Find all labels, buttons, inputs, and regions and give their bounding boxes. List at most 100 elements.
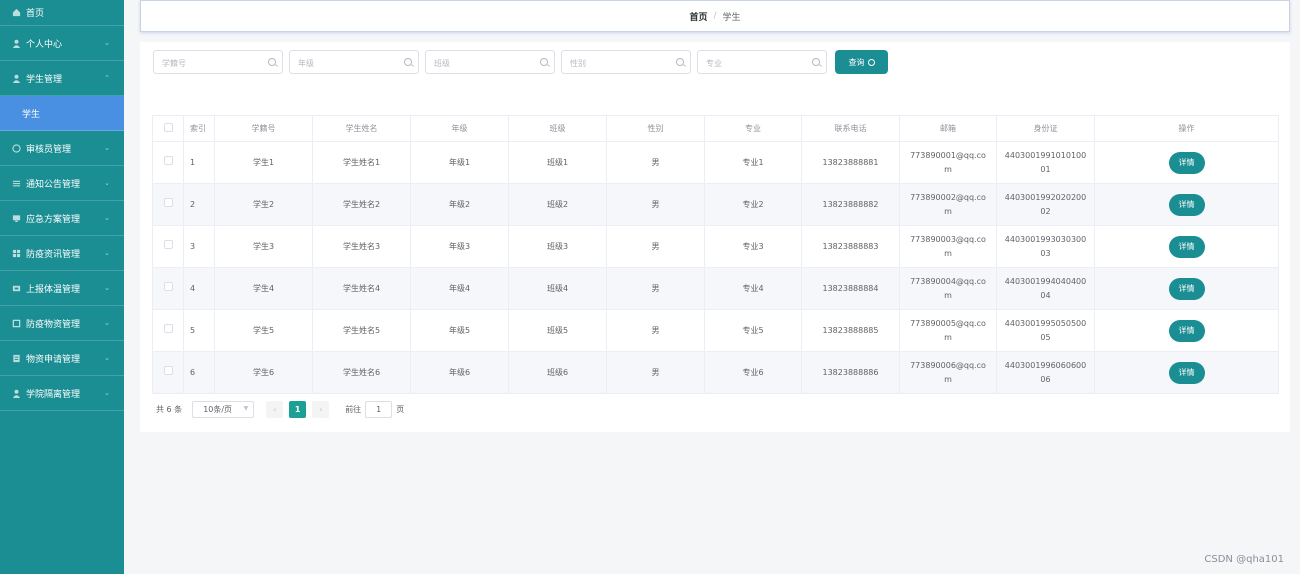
row-select-cell[interactable] [152, 225, 184, 268]
detail-button[interactable]: 详情 [1168, 193, 1205, 216]
sidebar-item-college-isolation[interactable]: 学院隔离管理 ⌄ [0, 376, 124, 411]
chevron-down-icon: ⌄ [104, 389, 110, 397]
sidebar-item-label: 防疫物资管理 [26, 319, 81, 330]
row-checkbox[interactable] [163, 365, 173, 375]
email-line-1: 773890005@qq.co [910, 318, 986, 328]
table-row: 6 学生6 学生姓名6 年级6 班级6 男 专业6 13823888886 77… [152, 351, 1279, 394]
sidebar-item-epidemic-news[interactable]: 防疫资讯管理 ⌄ [0, 236, 124, 271]
sidebar-item-epidemic-supplies[interactable]: 防疫物资管理 ⌄ [0, 306, 124, 341]
cell-email: 773890005@qq.co m [899, 309, 997, 352]
next-page-button[interactable]: › [312, 401, 330, 418]
row-checkbox[interactable] [163, 155, 173, 165]
header-gender: 性别 [606, 115, 705, 142]
cell-index: 2 [183, 183, 215, 226]
table-row: 5 学生5 学生姓名5 年级5 班级5 男 专业5 13823888885 77… [152, 309, 1279, 352]
prev-page-button[interactable]: ‹ [266, 401, 284, 418]
cell-student-id: 学生1 [214, 141, 313, 184]
cell-major: 专业3 [704, 225, 802, 268]
cell-email: 773890006@qq.co m [899, 351, 997, 394]
select-all-checkbox[interactable] [163, 123, 173, 132]
detail-button[interactable]: 详情 [1168, 235, 1205, 258]
sidebar-item-personal-center[interactable]: 个人中心 ⌄ [0, 26, 124, 61]
chevron-up-icon: ⌃ [104, 74, 110, 82]
detail-button[interactable]: 详情 [1168, 319, 1205, 342]
grade-input[interactable] [290, 52, 418, 75]
row-checkbox[interactable] [163, 197, 173, 207]
search-icon [676, 58, 684, 66]
row-select-cell[interactable] [152, 309, 184, 352]
header-major: 专业 [704, 115, 802, 142]
id-card-line-1: 4403001992020200 [1004, 192, 1087, 202]
cell-id-card: 4403001996060600 06 [996, 351, 1095, 394]
cell-index: 3 [183, 225, 215, 268]
table-row: 1 学生1 学生姓名1 年级1 班级1 男 专业1 13823888881 77… [152, 141, 1279, 184]
student-table: 索引 学籍号 学生姓名 年级 班级 性别 专业 联系电话 邮箱 身份证 操作 1… [152, 115, 1279, 394]
class-input[interactable] [426, 52, 554, 75]
sidebar-item-student[interactable]: 学生 [0, 96, 124, 131]
search-field-gender[interactable] [561, 50, 691, 75]
thermometer-icon [12, 284, 21, 293]
row-select-cell[interactable] [152, 351, 184, 394]
sidebar-item-student-management[interactable]: 学生管理 ⌃ [0, 61, 124, 96]
row-select-cell[interactable] [152, 141, 184, 184]
page-number-current[interactable]: 1 [289, 401, 307, 418]
goto-page-input[interactable]: 1 [365, 401, 393, 418]
cell-student-name: 学生姓名3 [312, 225, 411, 268]
sidebar-item-label: 首页 [26, 9, 45, 19]
gender-input[interactable] [562, 52, 690, 75]
sidebar-item-reviewer-management[interactable]: 审核员管理 ⌄ [0, 131, 124, 166]
sidebar-item-temperature-report[interactable]: 上报体温管理 ⌄ [0, 271, 124, 306]
cell-gender: 男 [606, 309, 705, 352]
id-card-line-1: 4403001995050500 [1004, 318, 1087, 328]
search-field-major[interactable] [697, 50, 827, 75]
id-card-line-1: 4403001996060600 [1004, 360, 1087, 370]
page-size-select[interactable]: 10条/页 ▼ [192, 401, 255, 418]
cell-gender: 男 [606, 183, 705, 226]
detail-button[interactable]: 详情 [1168, 151, 1205, 174]
cell-email: 773890004@qq.co m [899, 267, 997, 310]
sidebar-item-home[interactable]: 首页 [0, 0, 124, 26]
email-line-1: 773890001@qq.co [910, 150, 986, 160]
row-checkbox[interactable] [163, 323, 173, 333]
box-icon [12, 319, 21, 328]
id-card-line-2: 04 [1040, 290, 1051, 300]
cell-grade: 年级6 [410, 351, 509, 394]
cell-id-card: 4403001992020200 02 [996, 183, 1095, 226]
breadcrumb-home[interactable]: 首页 [689, 10, 707, 23]
query-button[interactable]: 查询 [835, 50, 888, 74]
id-card-line-2: 05 [1040, 332, 1051, 342]
search-field-student-id[interactable] [153, 50, 283, 75]
detail-button[interactable]: 详情 [1168, 361, 1205, 384]
email-line-2: m [944, 290, 952, 300]
cell-student-name: 学生姓名6 [312, 351, 411, 394]
sidebar-item-emergency-plan[interactable]: 应急方案管理 ⌄ [0, 201, 124, 236]
chevron-down-icon: ⌄ [104, 214, 110, 222]
cell-index: 4 [183, 267, 215, 310]
sidebar-item-notice-management[interactable]: 通知公告管理 ⌄ [0, 166, 124, 201]
sidebar-item-label: 审核员管理 [26, 144, 72, 155]
row-select-cell[interactable] [152, 267, 184, 310]
row-checkbox[interactable] [163, 281, 173, 291]
cell-email: 773890002@qq.co m [899, 183, 997, 226]
cell-grade: 年级2 [410, 183, 509, 226]
row-select-cell[interactable] [152, 183, 184, 226]
email-line-2: m [944, 332, 952, 342]
cell-class: 班级4 [508, 267, 607, 310]
table-header-row: 索引 学籍号 学生姓名 年级 班级 性别 专业 联系电话 邮箱 身份证 操作 [152, 115, 1279, 142]
student-id-input[interactable] [154, 52, 282, 75]
sidebar-item-supply-application[interactable]: 物资申请管理 ⌄ [0, 341, 124, 376]
id-card-line-1: 4403001991010100 [1004, 150, 1087, 160]
cell-student-name: 学生姓名4 [312, 267, 411, 310]
search-field-class[interactable] [425, 50, 555, 75]
search-field-grade[interactable] [289, 50, 419, 75]
header-email: 邮箱 [899, 115, 997, 142]
id-card-line-1: 4403001994040400 [1004, 276, 1087, 286]
row-checkbox[interactable] [163, 239, 173, 249]
detail-button[interactable]: 详情 [1168, 277, 1205, 300]
select-all-cell[interactable] [152, 115, 184, 142]
major-input[interactable] [698, 52, 826, 75]
user-icon [12, 389, 21, 398]
cell-id-card: 4403001994040400 04 [996, 267, 1095, 310]
cell-major: 专业2 [704, 183, 802, 226]
cell-major: 专业4 [704, 267, 802, 310]
